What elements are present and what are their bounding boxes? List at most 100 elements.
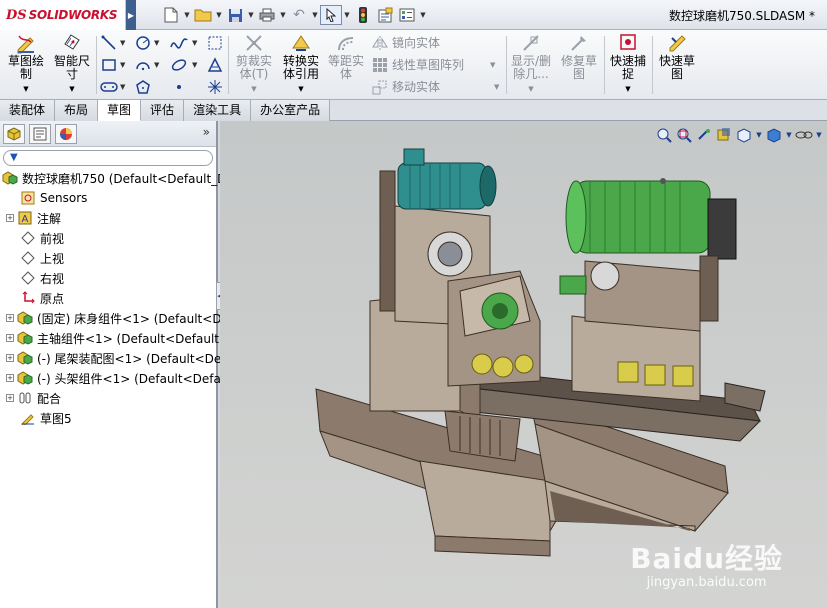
rapid-sketch-button[interactable]: 快速草 图	[656, 32, 698, 81]
options-dropdown-icon[interactable]: ▼	[418, 11, 428, 19]
file-properties-icon[interactable]	[374, 5, 396, 25]
quick-snaps-button[interactable]: 快速捕 捉 ▼	[606, 32, 650, 96]
slot-dropdown-icon[interactable]: ▼	[120, 83, 125, 91]
subassembly-icon	[17, 330, 33, 346]
tree-item-sketch5[interactable]: 草图5	[20, 408, 72, 428]
construction-geometry-icon[interactable]	[206, 34, 224, 52]
tree-item-tailstock-assembly[interactable]: + (-) 尾架装配图<1> (Default<De	[6, 348, 221, 368]
plane-icon[interactable]	[206, 78, 224, 96]
rectangle-dropdown-icon[interactable]: ▼	[120, 61, 125, 69]
repair-sketch-button[interactable]: 修复草 图	[558, 32, 600, 81]
tree-item-origin[interactable]: 原点	[20, 288, 64, 308]
tab-layout[interactable]: 布局	[55, 100, 99, 121]
arc-dropdown-icon[interactable]: ▼	[154, 61, 159, 69]
machine-assembly[interactable]	[315, 148, 766, 557]
offset-entities-button[interactable]: 等距实 体	[326, 32, 366, 81]
spline-icon[interactable]	[170, 34, 188, 52]
point-icon[interactable]	[170, 78, 188, 96]
trim-icon	[246, 35, 262, 51]
slot-icon[interactable]	[100, 78, 118, 96]
print-icon[interactable]	[256, 5, 278, 25]
expand-icon[interactable]: +	[6, 374, 14, 382]
tree-item-sensors[interactable]: Sensors	[20, 188, 87, 208]
tab-render-tools[interactable]: 渲染工具	[184, 100, 252, 121]
tree-item-top-plane[interactable]: 上视	[20, 248, 64, 268]
move-dropdown-icon[interactable]: ▼	[494, 83, 499, 91]
assembly-model-view[interactable]	[220, 121, 827, 608]
trim-entities-button[interactable]: 剪裁实 体(T) ▼	[232, 32, 276, 96]
rectangle-icon[interactable]	[100, 56, 118, 74]
tab-office-products[interactable]: 办公室产品	[251, 100, 331, 121]
ellipse-dropdown-icon[interactable]: ▼	[192, 61, 197, 69]
graphics-area[interactable]: ▼ ▼ ▼ Baidu经验 jingyan.baidu.com	[220, 121, 827, 608]
move-entities-button[interactable]: 移动实体 ▼	[372, 78, 499, 95]
new-document-icon[interactable]	[160, 5, 182, 25]
display-manager-tab-icon[interactable]	[55, 124, 77, 144]
snap-dropdown-icon[interactable]: ▼	[606, 83, 650, 96]
new-dropdown-icon[interactable]: ▼	[182, 11, 192, 19]
tree-label-part1: (固定) 床身组件<1> (Default<D	[37, 311, 222, 326]
expand-icon[interactable]: +	[6, 394, 14, 402]
open-folder-icon[interactable]	[192, 5, 214, 25]
expand-icon[interactable]: +	[6, 334, 14, 342]
smart-dimension-button[interactable]: 智能尺 寸 ▼	[50, 32, 94, 96]
relations-icon	[523, 35, 539, 51]
linear-pattern-button[interactable]: 线性草图阵列 ▼	[372, 56, 495, 73]
undo-dropdown-icon[interactable]: ▼	[310, 11, 320, 19]
options-icon[interactable]	[396, 5, 418, 25]
tab-evaluate[interactable]: 评估	[141, 100, 185, 121]
trim-dropdown-icon[interactable]: ▼	[232, 83, 276, 96]
tree-item-annotations[interactable]: + A 注解	[6, 208, 61, 228]
circle-icon[interactable]	[134, 34, 152, 52]
arc-icon[interactable]	[134, 56, 152, 74]
convert-entities-button[interactable]: 转换实 体引用 ▼	[278, 32, 324, 96]
title-bar: DS SOLIDWORKS ▶ ▼ ▼ ▼ ▼ ↶ ▼ ▼ ▼ 数控球磨机750…	[0, 0, 827, 30]
spline-dropdown-icon[interactable]: ▼	[192, 39, 197, 47]
polygon-icon[interactable]	[134, 78, 152, 96]
select-dropdown-icon[interactable]: ▼	[342, 11, 352, 19]
mirror-entities-button[interactable]: 镜向实体	[372, 34, 440, 51]
dimension-dropdown-icon[interactable]: ▼	[50, 83, 94, 96]
tree-item-headstock-assembly[interactable]: + (-) 头架组件<1> (Default<Defa	[6, 368, 221, 388]
sketch-dropdown-icon[interactable]: ▼	[4, 83, 48, 96]
tree-item-front-plane[interactable]: 前视	[20, 228, 64, 248]
subassembly-icon	[17, 370, 33, 386]
display-delete-relations-button[interactable]: 显示/删 除几... ▼	[508, 32, 554, 96]
solidworks-logo[interactable]: DS SOLIDWORKS	[0, 0, 126, 30]
line-icon[interactable]	[100, 34, 118, 52]
open-dropdown-icon[interactable]: ▼	[214, 11, 224, 19]
sketch-button[interactable]: 草图绘 制 ▼	[4, 32, 48, 96]
rebuild-traffic-light-icon[interactable]	[352, 5, 374, 25]
tree-item-bed-assembly[interactable]: + (固定) 床身组件<1> (Default<D	[6, 308, 222, 328]
tree-item-right-plane[interactable]: 右视	[20, 268, 64, 288]
tree-item-spindle-assembly[interactable]: + 主轴组件<1> (Default<Default	[6, 328, 219, 348]
logo-text: SOLIDWORKS	[28, 8, 118, 22]
expand-icon[interactable]: +	[6, 354, 14, 362]
relations-dropdown-icon[interactable]: ▼	[508, 83, 554, 96]
expand-icon[interactable]: +	[6, 314, 14, 322]
tree-item-root-assembly[interactable]: 数控球磨机750 (Default<Default_D	[2, 168, 226, 188]
ellipse-icon[interactable]	[170, 56, 188, 74]
tab-sketch[interactable]: 草图	[98, 100, 142, 121]
property-manager-tab-icon[interactable]	[29, 124, 51, 144]
line-dropdown-icon[interactable]: ▼	[120, 39, 125, 47]
expand-panel-icon[interactable]: »	[203, 125, 210, 139]
undo-icon[interactable]: ↶	[288, 5, 310, 25]
save-icon[interactable]	[224, 5, 246, 25]
circle-dropdown-icon[interactable]: ▼	[154, 39, 159, 47]
pattern-dropdown-icon[interactable]: ▼	[490, 61, 495, 69]
tree-item-mates[interactable]: + 配合	[6, 388, 61, 408]
tab-assembly[interactable]: 装配体	[0, 100, 56, 121]
select-cursor-icon[interactable]	[320, 5, 342, 25]
menu-expand-icon[interactable]: ▶	[126, 0, 136, 30]
snap-label-2: 捉	[621, 67, 634, 81]
tree-filter-input[interactable]: ▼	[3, 150, 213, 166]
expand-icon[interactable]: +	[6, 214, 14, 222]
feature-tree-tab-icon[interactable]	[3, 124, 25, 144]
save-dropdown-icon[interactable]: ▼	[246, 11, 256, 19]
convert-dropdown-icon[interactable]: ▼	[278, 83, 324, 96]
ribbon-separator	[228, 36, 229, 94]
text-sketch-icon[interactable]	[206, 56, 224, 74]
print-dropdown-icon[interactable]: ▼	[278, 11, 288, 19]
tree-label-right: 右视	[40, 271, 65, 286]
